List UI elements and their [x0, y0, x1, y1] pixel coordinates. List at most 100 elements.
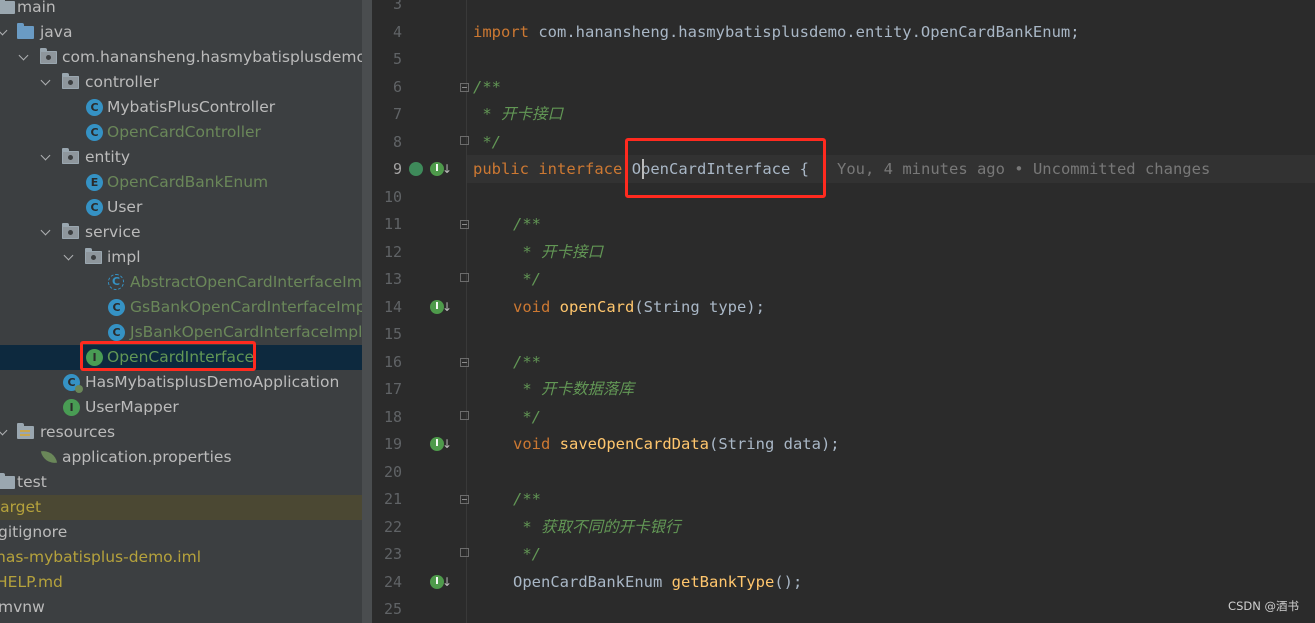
line-number: 17	[383, 380, 402, 398]
tree-node-iml[interactable]: has-mybatisplus-demo.iml	[0, 545, 362, 570]
code-line-comment[interactable]: */	[513, 265, 541, 293]
line-number: 13	[383, 270, 402, 288]
tree-node-test[interactable]: test	[0, 470, 362, 495]
line-number: 21	[383, 490, 402, 508]
interface-name[interactable]: OpenCardInterface	[632, 160, 791, 178]
tree-node-main[interactable]: main	[0, 0, 362, 20]
project-tree[interactable]: main java com.hanansheng.hasmybatisplusd…	[0, 0, 362, 623]
tree-node-user[interactable]: C User	[0, 195, 362, 220]
code-editor[interactable]: 3 4 5 6 7 8 9 10 11 12 13 14 15 16 17 18…	[372, 0, 1315, 623]
line-number: 12	[383, 243, 402, 261]
tree-node-opencard-controller[interactable]: C OpenCardController	[0, 120, 362, 145]
line-number: 10	[383, 188, 402, 206]
tree-node-jsbank-impl[interactable]: C JsBankOpenCardInterfaceImpl	[0, 320, 362, 345]
git-blame-annotation: You, 4 minutes ago • Uncommitted changes	[837, 160, 1211, 178]
spring-bean-gutter-icon[interactable]	[409, 162, 423, 176]
chevron-down-icon[interactable]	[0, 20, 9, 45]
line-number: 16	[383, 353, 402, 371]
code-line-interface-decl[interactable]: public interface OpenCardInterface { You…	[473, 155, 1210, 183]
spring-leaf-icon	[40, 450, 57, 465]
line-number: 4	[392, 23, 402, 41]
line-number: 9	[392, 160, 402, 178]
tree-node-mybatisplus-controller[interactable]: C MybatisPlusController	[0, 95, 362, 120]
abstract-class-icon: C	[108, 274, 124, 290]
interface-icon: I	[86, 349, 103, 366]
chevron-down-icon[interactable]	[0, 420, 9, 445]
enum-icon: E	[86, 174, 103, 191]
line-number: 18	[383, 408, 402, 426]
line-number: 25	[383, 600, 402, 618]
tree-node-resources[interactable]: resources	[0, 420, 362, 445]
code-line-import[interactable]: import com.hanansheng.hasmybatisplusdemo…	[473, 18, 1080, 46]
tree-node-service[interactable]: service	[0, 220, 362, 245]
code-line-comment[interactable]: /**	[513, 485, 541, 513]
code-line-method-save[interactable]: void saveOpenCardData(String data);	[513, 430, 840, 458]
tree-node-application[interactable]: C HasMybatisplusDemoApplication	[0, 370, 362, 395]
tree-node-java[interactable]: java	[0, 20, 362, 45]
tree-node-impl[interactable]: impl	[0, 245, 362, 270]
package-icon	[40, 48, 57, 64]
tree-node-gitignore[interactable]: gitignore	[0, 520, 362, 545]
chevron-down-icon[interactable]	[63, 245, 75, 270]
fold-end-icon[interactable]	[460, 548, 469, 557]
code-line-comment[interactable]: */	[513, 540, 541, 568]
line-number: 22	[383, 518, 402, 536]
package-icon	[85, 248, 102, 264]
tree-node-controller[interactable]: controller	[0, 70, 362, 95]
tree-node-gsbank-impl[interactable]: C GsBankOpenCardInterfaceImpl	[0, 295, 362, 320]
source-folder-icon	[17, 23, 34, 39]
code-line-method-getbank[interactable]: OpenCardBankEnum getBankType();	[513, 568, 802, 596]
package-icon	[62, 73, 79, 89]
tree-node-entity[interactable]: entity	[0, 145, 362, 170]
code-line-comment[interactable]: */	[473, 128, 501, 156]
code-line-comment[interactable]: * 获取不同的开卡银行	[513, 513, 680, 541]
line-number: 20	[383, 463, 402, 481]
arrow-down-icon: ↓	[442, 300, 453, 314]
class-icon: C	[108, 324, 125, 341]
tree-node-mvnw[interactable]: mvnw	[0, 595, 362, 620]
code-line-comment[interactable]: /**	[513, 210, 541, 238]
resources-folder-icon	[17, 423, 34, 439]
text-caret	[642, 159, 644, 179]
code-line-comment[interactable]: * 开卡接口	[513, 238, 603, 266]
code-line-comment[interactable]: * 开卡接口	[473, 100, 563, 128]
code-line-comment[interactable]: /**	[513, 348, 541, 376]
tree-node-abstract-impl[interactable]: C AbstractOpenCardInterfaceImpl	[0, 270, 362, 295]
chevron-down-icon[interactable]	[40, 70, 52, 95]
chevron-down-icon[interactable]	[18, 45, 30, 70]
fold-end-icon[interactable]	[460, 273, 469, 282]
class-icon: C	[86, 99, 103, 116]
class-icon: C	[86, 124, 103, 141]
arrow-down-icon: ↓	[442, 162, 453, 176]
folder-icon	[0, 0, 15, 14]
code-line-comment[interactable]: /**	[473, 73, 501, 101]
fold-divider	[466, 0, 467, 623]
line-number: 5	[392, 50, 402, 68]
code-line-comment[interactable]: * 开卡数据落库	[513, 375, 634, 403]
fold-marker-icon[interactable]	[460, 358, 469, 367]
line-number: 23	[383, 545, 402, 563]
class-icon: C	[86, 199, 103, 216]
tree-node-help-md[interactable]: HELP.md	[0, 570, 362, 595]
fold-end-icon[interactable]	[460, 136, 469, 145]
fold-end-icon[interactable]	[460, 411, 469, 420]
spring-boot-class-icon: C	[63, 374, 83, 393]
tree-scrollbar[interactable]	[362, 0, 372, 623]
tree-node-user-mapper[interactable]: I UserMapper	[0, 395, 362, 420]
tree-node-opencard-bank-enum[interactable]: E OpenCardBankEnum	[0, 170, 362, 195]
code-line-comment[interactable]: */	[513, 403, 541, 431]
chevron-down-icon[interactable]	[40, 220, 52, 245]
tree-node-target[interactable]: target	[0, 495, 362, 520]
line-number: 14	[383, 298, 402, 316]
fold-marker-icon[interactable]	[460, 83, 469, 92]
tree-node-application-properties[interactable]: application.properties	[0, 445, 362, 470]
tree-node-opencard-interface[interactable]: I OpenCardInterface	[0, 345, 362, 370]
code-line-method-opencard[interactable]: void openCard(String type);	[513, 293, 765, 321]
tree-node-package-root[interactable]: com.hanansheng.hasmybatisplusdemo	[0, 45, 362, 70]
line-number: 11	[383, 215, 402, 233]
chevron-down-icon[interactable]	[40, 145, 52, 170]
fold-marker-icon[interactable]	[460, 495, 469, 504]
fold-marker-icon[interactable]	[460, 220, 469, 229]
editor-gutter: 3 4 5 6 7 8 9 10 11 12 13 14 15 16 17 18…	[372, 0, 469, 623]
line-number: 6	[392, 78, 402, 96]
